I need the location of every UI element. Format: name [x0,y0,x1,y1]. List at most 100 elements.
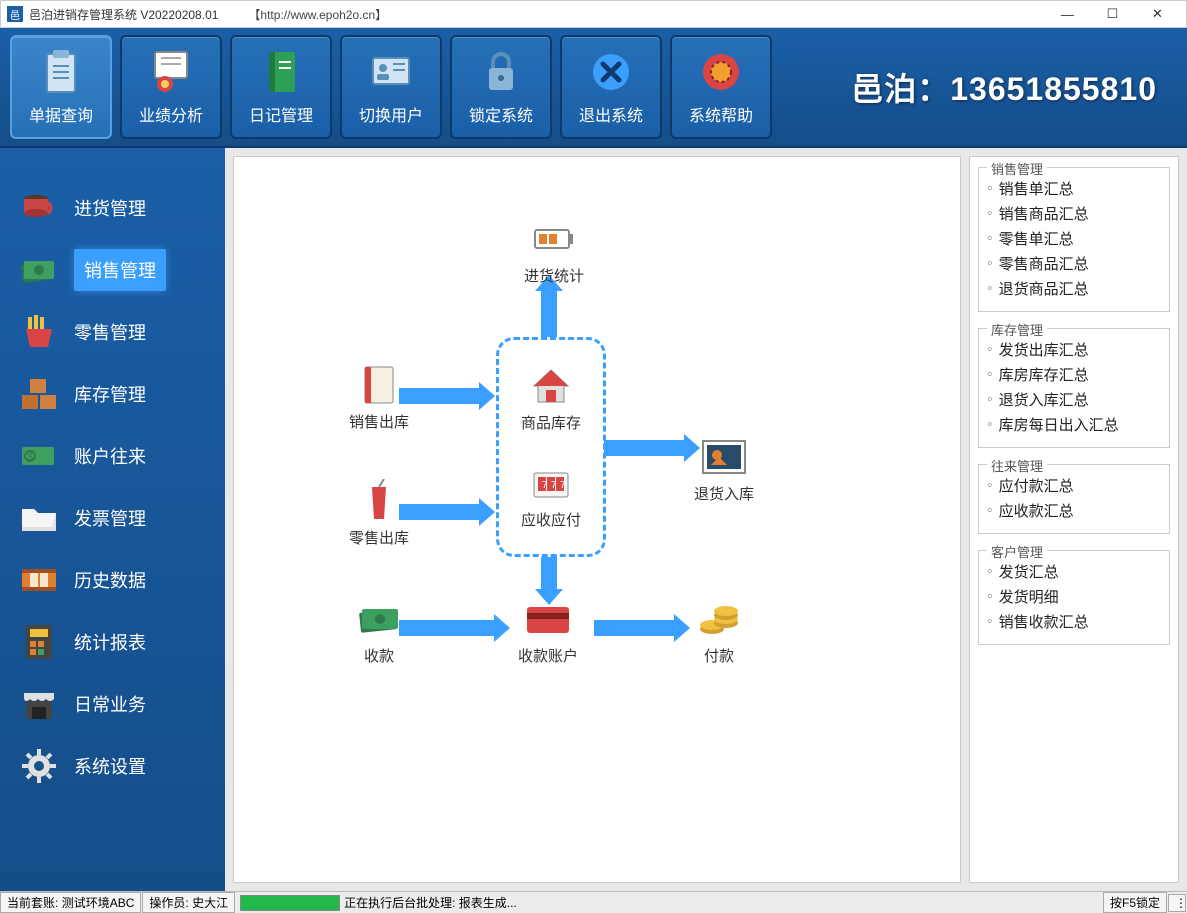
flow-node-return-in[interactable]: 退货入库 [694,435,754,504]
status-operator: 操作员: 史大江 [142,892,235,913]
flow-label: 退货入库 [694,483,754,504]
flow-node-collect[interactable]: 收款 [354,597,404,666]
cash-stack-icon [354,597,404,641]
arrow [604,440,684,456]
fries-icon [18,311,60,353]
sidebar-label: 账户往来 [74,443,146,469]
panel-link[interactable]: 发货汇总 [987,559,1161,584]
panel-title: 客户管理 [987,542,1047,561]
app-icon: 邑 [7,6,23,22]
right-panel: 销售管理 销售单汇总 销售商品汇总 零售单汇总 零售商品汇总 退货商品汇总 库存… [969,156,1179,883]
toolbar-btn-switch-user[interactable]: 切换用户 [340,35,442,139]
flow-label: 进货统计 [524,265,584,286]
toolbar-label: 日记管理 [249,102,313,126]
toolbar-btn-help[interactable]: 系统帮助 [670,35,772,139]
flow-node-goods-stock[interactable]: 商品库存 [521,364,581,433]
main-toolbar: 单据查询 业绩分析 日记管理 切换用户 锁定系统 退出系统 系统帮助 [0,28,1187,148]
flow-node-pay[interactable]: 付款 [694,597,744,666]
flow-label: 零售出库 [349,527,409,548]
flow-node-sale-out[interactable]: 销售出库 [349,363,409,432]
window-url: 【http://www.epoh2o.cn】 [248,6,387,23]
sidebar-label: 销售管理 [74,249,166,291]
toolbar-label: 单据查询 [29,102,93,126]
toolbar-btn-analysis[interactable]: 业绩分析 [120,35,222,139]
sidebar-item-stock[interactable]: 库存管理 [0,364,225,424]
sidebar-item-settings[interactable]: 系统设置 [0,736,225,796]
maximize-button[interactable]: ☐ [1090,1,1135,27]
money-icon [18,249,60,291]
sidebar-item-invoice[interactable]: 发票管理 [0,488,225,548]
panel-link[interactable]: 退货商品汇总 [987,276,1161,301]
boxes-icon [18,373,60,415]
arrow-head-icon [479,498,495,526]
chip-icon [697,48,745,96]
sidebar-item-history[interactable]: 历史数据 [0,550,225,610]
folder-icon [18,497,60,539]
panel-link[interactable]: 发货出库汇总 [987,337,1161,362]
panel-link[interactable]: 退货入库汇总 [987,387,1161,412]
toolbar-label: 切换用户 [359,102,423,126]
lock-button[interactable]: 按F5锁定 [1103,892,1167,913]
sidebar-item-report[interactable]: 统计报表 [0,612,225,672]
close-button[interactable]: ✕ [1135,1,1180,27]
panel-link[interactable]: 销售单汇总 [987,176,1161,201]
panel-link[interactable]: 销售收款汇总 [987,609,1161,634]
panel-title: 库存管理 [987,320,1047,339]
status-bar: 当前套账: 测试环境ABC 操作员: 史大江 正在执行后台批处理: 报表生成..… [0,891,1187,913]
toolbar-btn-diary[interactable]: 日记管理 [230,35,332,139]
panel-link[interactable]: 应付款汇总 [987,473,1161,498]
sidebar-item-account[interactable]: $ 账户往来 [0,426,225,486]
panel-group-customer: 客户管理 发货汇总 发货明细 销售收款汇总 [978,550,1170,645]
flow-label: 商品库存 [521,412,581,433]
flow-label: 应收应付 [521,509,581,530]
toolbar-btn-query[interactable]: 单据查询 [10,35,112,139]
film-icon [18,559,60,601]
panel-link[interactable]: 库房库存汇总 [987,362,1161,387]
lock-icon [477,48,525,96]
flow-node-retail-out[interactable]: 零售出库 [349,479,409,548]
sidebar-item-daily[interactable]: 日常业务 [0,674,225,734]
book-icon [257,48,305,96]
sidebar-label: 发票管理 [74,505,146,531]
toolbar-label: 系统帮助 [689,102,753,126]
arrow [594,620,674,636]
clipboard-icon [37,48,85,96]
sidebar-item-retail[interactable]: 零售管理 [0,302,225,362]
panel-link[interactable]: 销售商品汇总 [987,201,1161,226]
toolbar-btn-exit[interactable]: 退出系统 [560,35,662,139]
battery-icon [529,217,579,261]
sidebar-label: 统计报表 [74,629,146,655]
flow-label: 付款 [704,645,734,666]
panel-link[interactable]: 应收款汇总 [987,498,1161,523]
workflow-canvas: 商品库存 777 应收应付 进货统计 销售出库 零售出库 退货入库 收款 [233,156,961,883]
panel-link[interactable]: 发货明细 [987,584,1161,609]
arrow [541,557,557,592]
sidebar-item-sales[interactable]: 销售管理 [0,240,225,300]
panel-group-receivable: 往来管理 应付款汇总 应收款汇总 [978,464,1170,534]
sidebar: 进货管理 销售管理 零售管理 库存管理 $ 账户往来 发票管理 历史数据 统计报 [0,148,225,891]
minimize-button[interactable]: — [1045,1,1090,27]
arrow [399,620,494,636]
flow-node-collect-acct[interactable]: 收款账户 [518,597,578,666]
panel-link[interactable]: 零售商品汇总 [987,251,1161,276]
flow-node-stat[interactable]: 进货统计 [524,217,584,286]
panel-link[interactable]: 库房每日出入汇总 [987,412,1161,437]
sidebar-label: 库存管理 [74,381,146,407]
status-account: 当前套账: 测试环境ABC [0,892,141,913]
flow-label: 收款 [364,645,394,666]
toolbar-label: 退出系统 [579,102,643,126]
close-circle-icon [587,48,635,96]
svg-text:7: 7 [542,480,548,491]
flow-label: 销售出库 [349,411,409,432]
sidebar-item-purchase[interactable]: 进货管理 [0,178,225,238]
flow-node-receivable[interactable]: 777 应收应付 [521,461,581,530]
id-card-icon [367,48,415,96]
panel-link[interactable]: 零售单汇总 [987,226,1161,251]
panel-title: 销售管理 [987,159,1047,178]
coins-icon [694,597,744,641]
sidebar-label: 历史数据 [74,567,146,593]
toolbar-btn-lock[interactable]: 锁定系统 [450,35,552,139]
cash-icon: $ [18,435,60,477]
toolbar-label: 业绩分析 [139,102,203,126]
window-title: 邑泊进销存管理系统 V20220208.01 [29,6,218,23]
